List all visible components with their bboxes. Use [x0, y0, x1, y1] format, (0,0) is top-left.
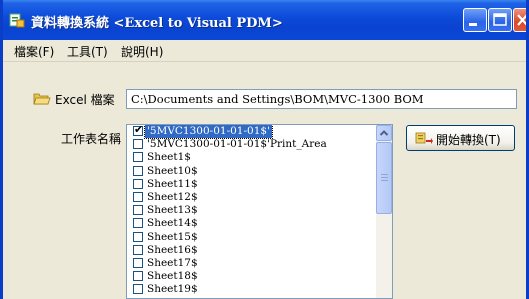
sheet-name: '5MVC1300-01-01-01$'Print_Area — [147, 138, 327, 151]
sheet-list-scrollbar[interactable] — [376, 125, 392, 298]
sheet-checkbox[interactable] — [133, 191, 143, 202]
sheet-checkbox[interactable] — [133, 218, 143, 229]
sheet-checkbox[interactable] — [133, 165, 143, 176]
scroll-thumb[interactable] — [376, 142, 392, 214]
app-window: 資料轉換系統 <Excel to Visual PDM> 檔案(F) 工具(T)… — [0, 0, 529, 299]
sheet-list-item[interactable]: ✔ '5MVC1300-01-01-01$' — [127, 124, 376, 139]
sheet-checkbox[interactable] — [133, 178, 143, 189]
scroll-up-button[interactable] — [376, 125, 392, 141]
sheet-list-item[interactable]: Sheet10$ — [127, 165, 376, 178]
sheet-name: '5MVC1300-01-01-01$' — [144, 125, 273, 139]
start-convert-label: 開始轉換(T) — [436, 133, 501, 147]
window-title: 資料轉換系統 <Excel to Visual PDM> — [31, 16, 283, 31]
sheet-checkbox[interactable] — [133, 257, 143, 268]
menu-bar: 檔案(F) 工具(T) 說明(H) — [3, 40, 526, 62]
minimize-icon — [469, 23, 477, 26]
sheet-list-item[interactable]: Sheet1$ — [127, 151, 376, 164]
sheet-name: Sheet16$ — [147, 243, 198, 256]
chevron-up-icon — [379, 130, 389, 136]
folder-open-icon[interactable] — [33, 90, 51, 106]
sheet-name: Sheet14$ — [147, 217, 198, 230]
close-icon — [517, 14, 526, 26]
sheet-name: Sheet12$ — [147, 190, 198, 203]
checkmark-icon: ✔ — [134, 124, 144, 136]
sheet-list[interactable]: ✔ '5MVC1300-01-01-01$' '5MVC1300-01-01-01$… — [126, 124, 393, 299]
title-bar[interactable]: 資料轉換系統 <Excel to Visual PDM> — [3, 0, 526, 40]
sheet-list-item[interactable]: Sheet19$ — [127, 283, 376, 296]
excel-file-label: Excel 檔案 — [55, 93, 115, 107]
sheet-name-label: 工作表名稱 — [61, 132, 122, 146]
sheet-checkbox[interactable] — [133, 231, 143, 242]
sheet-name: Sheet11$ — [147, 177, 198, 190]
sheet-name: Sheet1$ — [147, 151, 191, 164]
sheet-list-item[interactable]: Sheet15$ — [127, 231, 376, 244]
sheet-checkbox[interactable] — [133, 152, 143, 163]
start-convert-button[interactable]: 開始轉換(T) — [406, 125, 515, 151]
app-icon — [9, 13, 25, 28]
sheet-name: Sheet18$ — [147, 270, 198, 283]
sheet-checkbox[interactable] — [133, 139, 143, 150]
close-button[interactable] — [513, 8, 526, 32]
sheet-name: Sheet13$ — [147, 204, 198, 217]
sheet-list-item[interactable]: '5MVC1300-01-01-01$'Print_Area — [127, 138, 376, 151]
minimize-button[interactable] — [463, 8, 487, 32]
sheet-list-item[interactable]: Sheet11$ — [127, 178, 376, 191]
sheet-name: Sheet19$ — [147, 283, 198, 296]
sheet-checkbox[interactable]: ✔ — [133, 124, 144, 136]
excel-path-field[interactable]: C:\Documents and Settings\BOM\MVC-1300 B… — [126, 89, 517, 109]
maximize-icon — [493, 13, 507, 26]
sheet-checkbox[interactable] — [133, 271, 143, 282]
sheet-checkbox[interactable] — [133, 284, 143, 295]
menu-tools[interactable]: 工具(T) — [67, 43, 108, 60]
sheet-checkbox[interactable] — [133, 205, 143, 216]
sheet-name: Sheet15$ — [147, 230, 198, 243]
sheet-list-item[interactable]: Sheet17$ — [127, 257, 376, 270]
convert-icon — [415, 132, 433, 144]
menu-file[interactable]: 檔案(F) — [14, 43, 54, 60]
sheet-checkbox[interactable] — [133, 244, 143, 255]
sheet-list-item[interactable]: Sheet13$ — [127, 204, 376, 217]
sheet-list-items: ✔ '5MVC1300-01-01-01$' '5MVC1300-01-01-01$… — [127, 124, 376, 298]
sheet-name: Sheet10$ — [147, 164, 198, 177]
sheet-name: Sheet17$ — [147, 256, 198, 269]
sheet-list-item[interactable]: Sheet14$ — [127, 217, 376, 230]
sheet-list-item[interactable]: Sheet12$ — [127, 191, 376, 204]
sheet-list-item[interactable]: Sheet18$ — [127, 270, 376, 283]
menu-help[interactable]: 說明(H) — [121, 43, 163, 60]
maximize-button[interactable] — [488, 8, 512, 32]
sheet-list-item[interactable]: Sheet16$ — [127, 244, 376, 257]
